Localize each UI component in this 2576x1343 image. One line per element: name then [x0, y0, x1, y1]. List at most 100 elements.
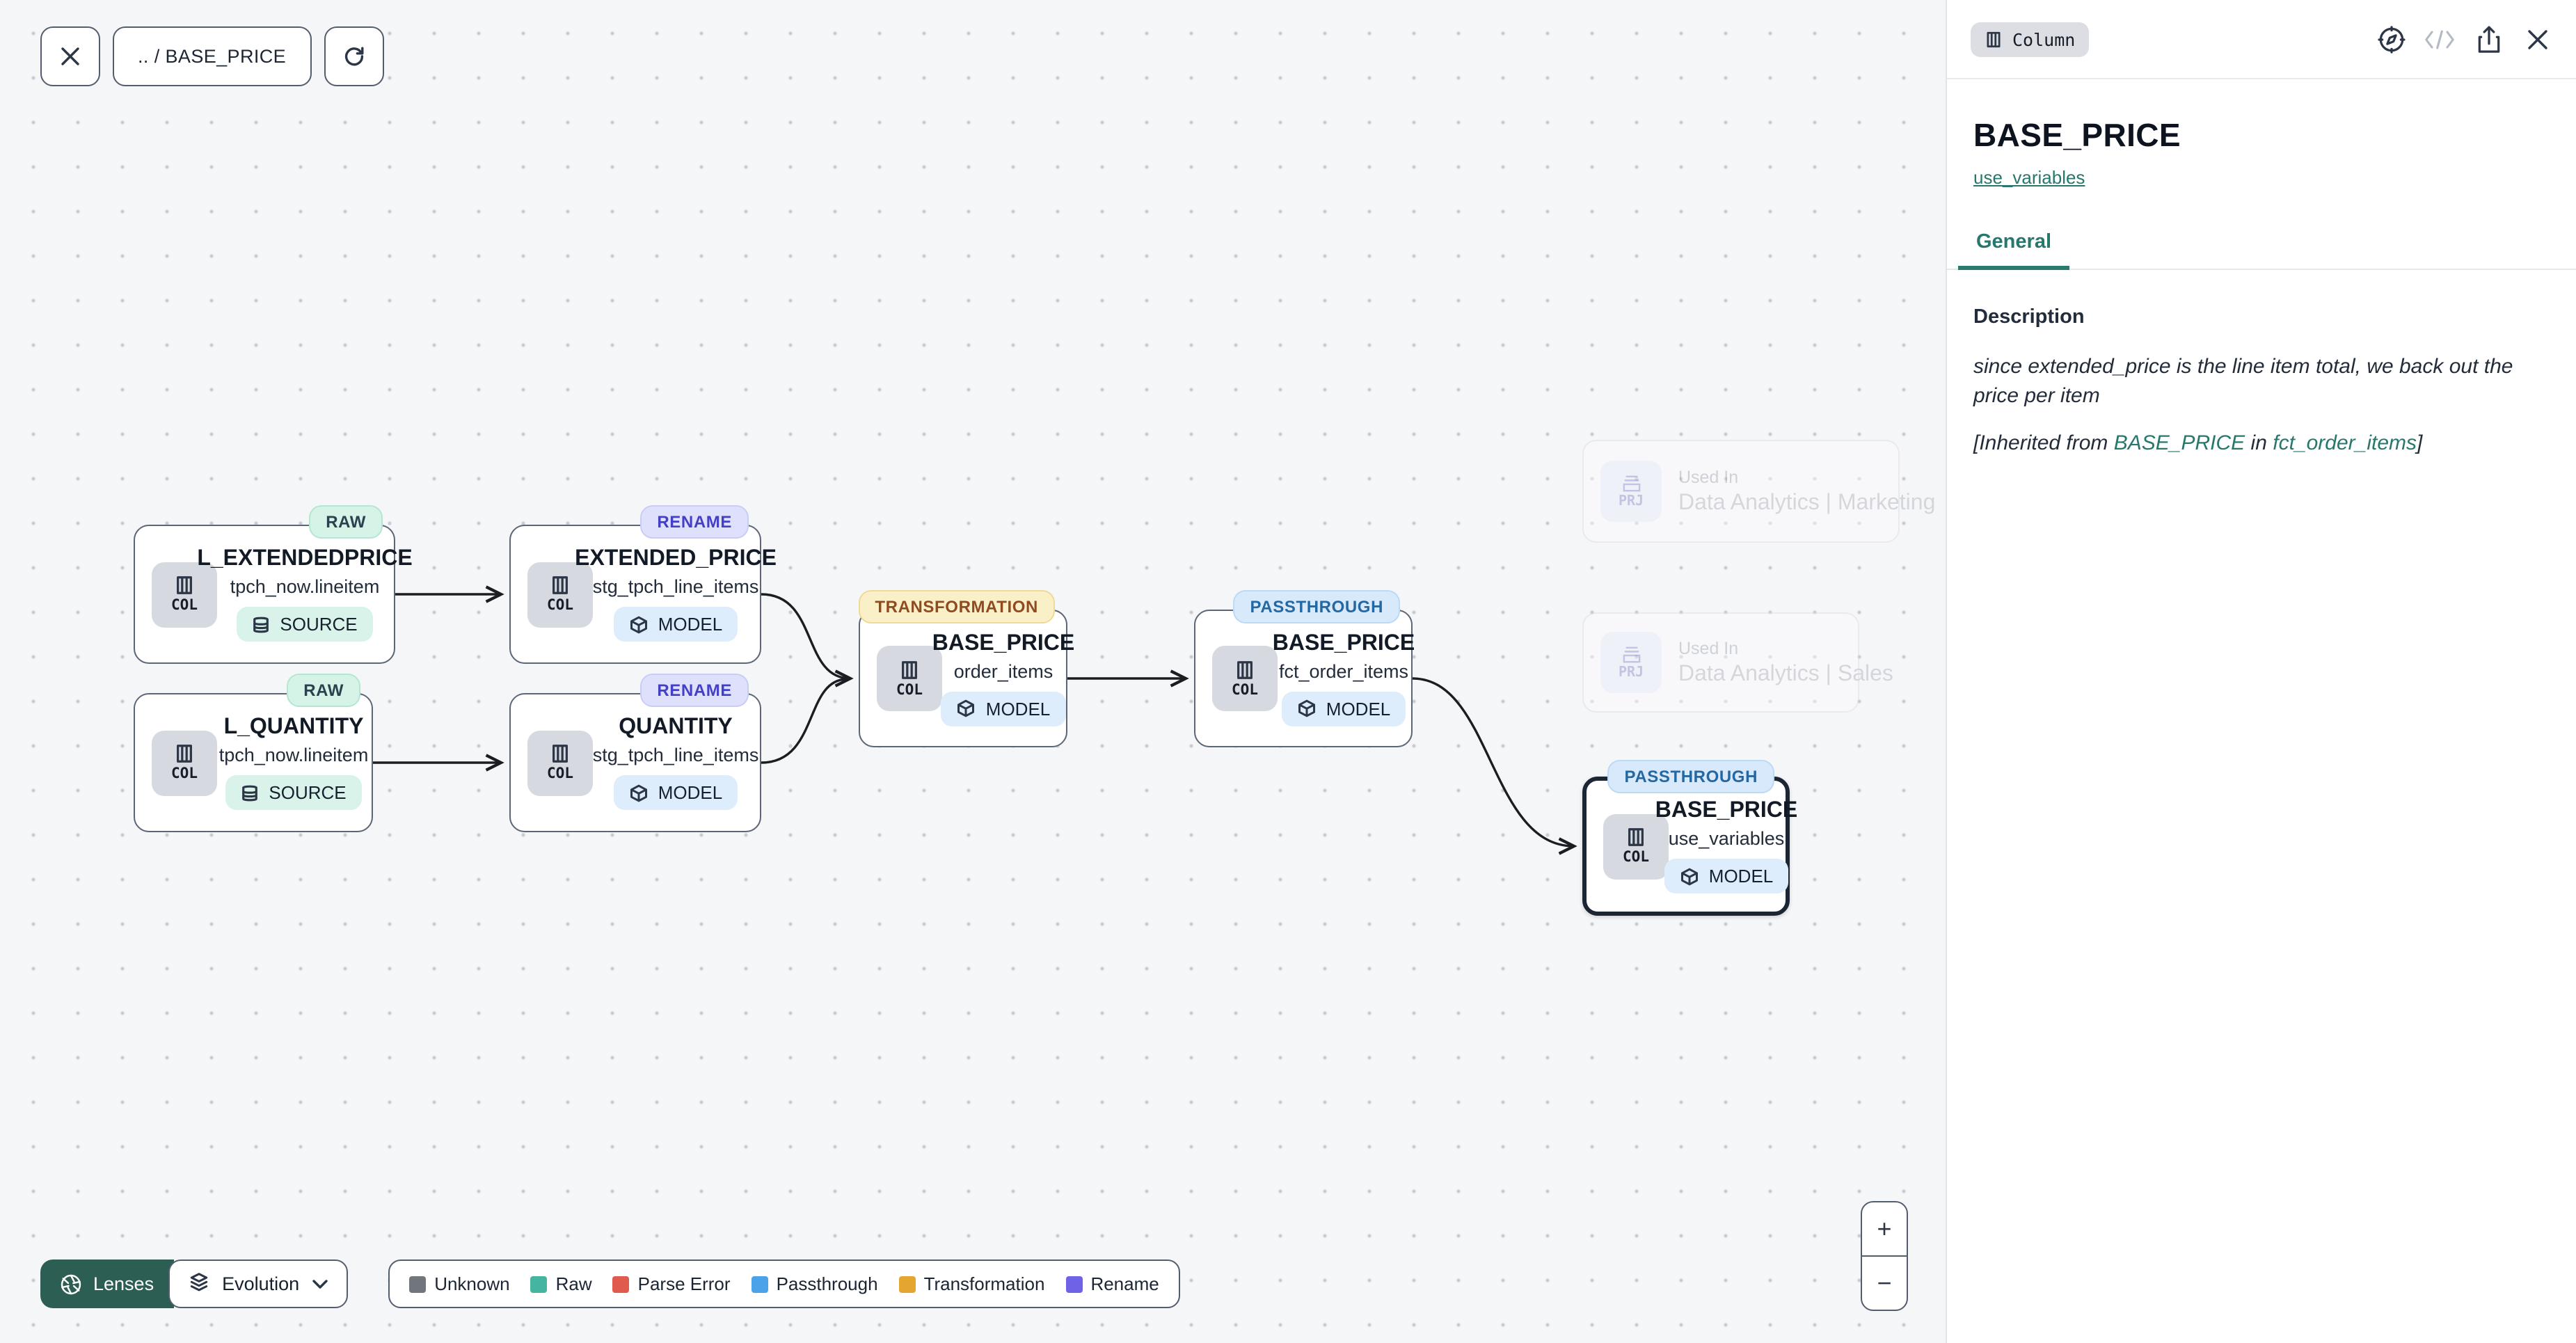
view-code-button[interactable] — [2424, 24, 2455, 54]
legend-swatch — [531, 1276, 548, 1292]
tab-general[interactable]: General — [1958, 223, 2069, 270]
node-title: EXTENDED_PRICE — [575, 547, 777, 572]
evolution-legend: Unknown Raw Parse Error Passthrough Tran… — [388, 1259, 1180, 1308]
legend-item-unknown: Unknown — [409, 1273, 509, 1294]
project-kind-box: PRJ — [1600, 461, 1662, 522]
lens-select-dropdown[interactable]: Evolution — [168, 1259, 348, 1308]
column-kind-box: COL — [1212, 646, 1278, 711]
breadcrumb-label: .. / BASE_PRICE — [138, 46, 286, 67]
used-in-card-sales[interactable]: PRJ Used In Data Analytics | Sales — [1582, 612, 1859, 713]
node-subtitle: stg_tpch_line_items — [593, 745, 759, 765]
model-badge: MODEL — [1282, 691, 1406, 726]
column-icon — [550, 743, 571, 764]
model-badge: MODEL — [614, 607, 738, 642]
node-subtitle: use_variables — [1669, 828, 1785, 849]
node-base-price-fct-order-items[interactable]: PASSTHROUGH COL BASE_PRICE fct_order_ite… — [1194, 610, 1413, 747]
node-base-price-use-variables-selected[interactable]: PASSTHROUGH COL BASE_PRICE use_variables… — [1582, 777, 1790, 916]
used-in-name: Data Analytics | Marketing — [1678, 491, 1935, 516]
legend-swatch — [613, 1276, 630, 1292]
legend-swatch — [752, 1276, 768, 1292]
evolution-badge: PASSTHROUGH — [1608, 760, 1775, 793]
refresh-button[interactable] — [324, 26, 383, 86]
explore-lineage-button[interactable] — [2376, 24, 2406, 54]
node-title: BASE_PRICE — [1655, 799, 1798, 824]
canvas-footer: Lenses Evolution Unknown Raw Parse Error… — [40, 1259, 1180, 1308]
node-title: BASE_PRICE — [1273, 631, 1415, 656]
legend-swatch — [1065, 1276, 1082, 1292]
column-icon — [1625, 827, 1646, 848]
panel-title: BASE_PRICE — [1973, 117, 2550, 154]
zoom-controls: + − — [1861, 1201, 1908, 1311]
node-subtitle: stg_tpch_line_items — [593, 576, 759, 597]
close-panel-button[interactable] — [2522, 24, 2552, 54]
close-lineage-button[interactable] — [40, 26, 100, 86]
model-badge: MODEL — [614, 775, 738, 810]
legend-swatch — [899, 1276, 916, 1292]
node-subtitle: fct_order_items — [1279, 660, 1408, 681]
node-base-price-order-items[interactable]: TRANSFORMATION COL BASE_PRICE order_item… — [859, 610, 1067, 747]
details-panel: Column — [1946, 0, 2576, 1343]
chevron-down-icon — [312, 1278, 328, 1289]
node-title: BASE_PRICE — [932, 631, 1075, 656]
inherited-from-line: [Inherited from BASE_PRICE in fct_order_… — [1973, 431, 2550, 454]
evolution-badge: PASSTHROUGH — [1234, 590, 1401, 623]
column-kind-box: COL — [527, 730, 593, 795]
zoom-out-button[interactable]: − — [1862, 1257, 1907, 1310]
column-kind-box: COL — [152, 730, 217, 795]
cube-icon — [1297, 699, 1317, 718]
cube-icon — [1680, 866, 1699, 886]
evolution-badge: RENAME — [640, 505, 749, 539]
lenses-button[interactable]: Lenses — [40, 1259, 173, 1308]
project-kind-box: PRJ — [1600, 632, 1662, 693]
database-icon — [252, 614, 270, 634]
used-in-label: Used In — [1678, 638, 1893, 658]
column-icon — [550, 575, 571, 596]
legend-item-raw: Raw — [531, 1273, 592, 1294]
node-extended-price[interactable]: RENAME COL EXTENDED_PRICE stg_tpch_line_… — [509, 525, 761, 664]
column-icon — [1234, 659, 1255, 680]
node-l-quantity[interactable]: RAW COL L_QUANTITY tpch_now.lineitem SOU… — [134, 693, 373, 832]
node-title: QUANTITY — [619, 715, 733, 740]
node-l-extendedprice[interactable]: RAW COL L_EXTENDEDPRICE tpch_now.lineite… — [134, 525, 395, 664]
description-section: Description since extended_price is the … — [1973, 306, 2550, 454]
entity-type-chip: Column — [1971, 22, 2089, 56]
aperture-icon — [60, 1273, 82, 1295]
project-icon — [1621, 645, 1641, 663]
column-icon — [899, 659, 920, 680]
used-in-card-marketing[interactable]: PRJ Used In Data Analytics | Marketing — [1582, 440, 1900, 543]
share-export-button[interactable] — [2473, 24, 2504, 54]
used-in-label: Used In — [1678, 467, 1935, 486]
inherited-model-link[interactable]: fct_order_items — [2273, 431, 2417, 454]
cube-icon — [957, 699, 976, 718]
node-subtitle: tpch_now.lineitem — [219, 745, 369, 765]
breadcrumb[interactable]: .. / BASE_PRICE — [113, 26, 311, 86]
used-in-name: Data Analytics | Sales — [1678, 662, 1893, 687]
evolution-badge: RAW — [287, 674, 360, 707]
legend-item-passthrough: Passthrough — [752, 1273, 878, 1294]
share-icon — [2475, 24, 2502, 54]
column-icon — [174, 743, 195, 764]
cube-icon — [629, 783, 649, 802]
source-badge: SOURCE — [237, 607, 372, 642]
node-title: L_QUANTITY — [224, 715, 364, 740]
legend-swatch — [409, 1276, 426, 1292]
model-link[interactable]: use_variables — [1973, 167, 2085, 188]
node-quantity[interactable]: RENAME COL QUANTITY stg_tpch_line_items … — [509, 693, 761, 832]
lenses-label: Lenses — [93, 1273, 154, 1294]
project-icon — [1621, 474, 1641, 492]
panel-tabs: General — [1947, 223, 2576, 270]
evolution-badge: TRANSFORMATION — [858, 590, 1055, 623]
inherited-column-link[interactable]: BASE_PRICE — [2114, 431, 2245, 454]
app-window: .. / BASE_PRICE RAW COL L_EXTENDEDPRICE … — [0, 0, 2576, 1343]
close-icon — [60, 46, 81, 67]
legend-item-parse-error: Parse Error — [613, 1273, 731, 1294]
description-heading: Description — [1973, 306, 2550, 328]
evolution-badge: RAW — [309, 505, 383, 539]
zoom-in-button[interactable]: + — [1862, 1202, 1907, 1257]
lens-selected-label: Evolution — [222, 1273, 299, 1294]
model-badge: MODEL — [1664, 859, 1788, 893]
panel-header: Column — [1947, 0, 2576, 79]
column-icon — [174, 575, 195, 596]
compass-icon — [2376, 24, 2406, 54]
code-icon — [2424, 29, 2455, 49]
